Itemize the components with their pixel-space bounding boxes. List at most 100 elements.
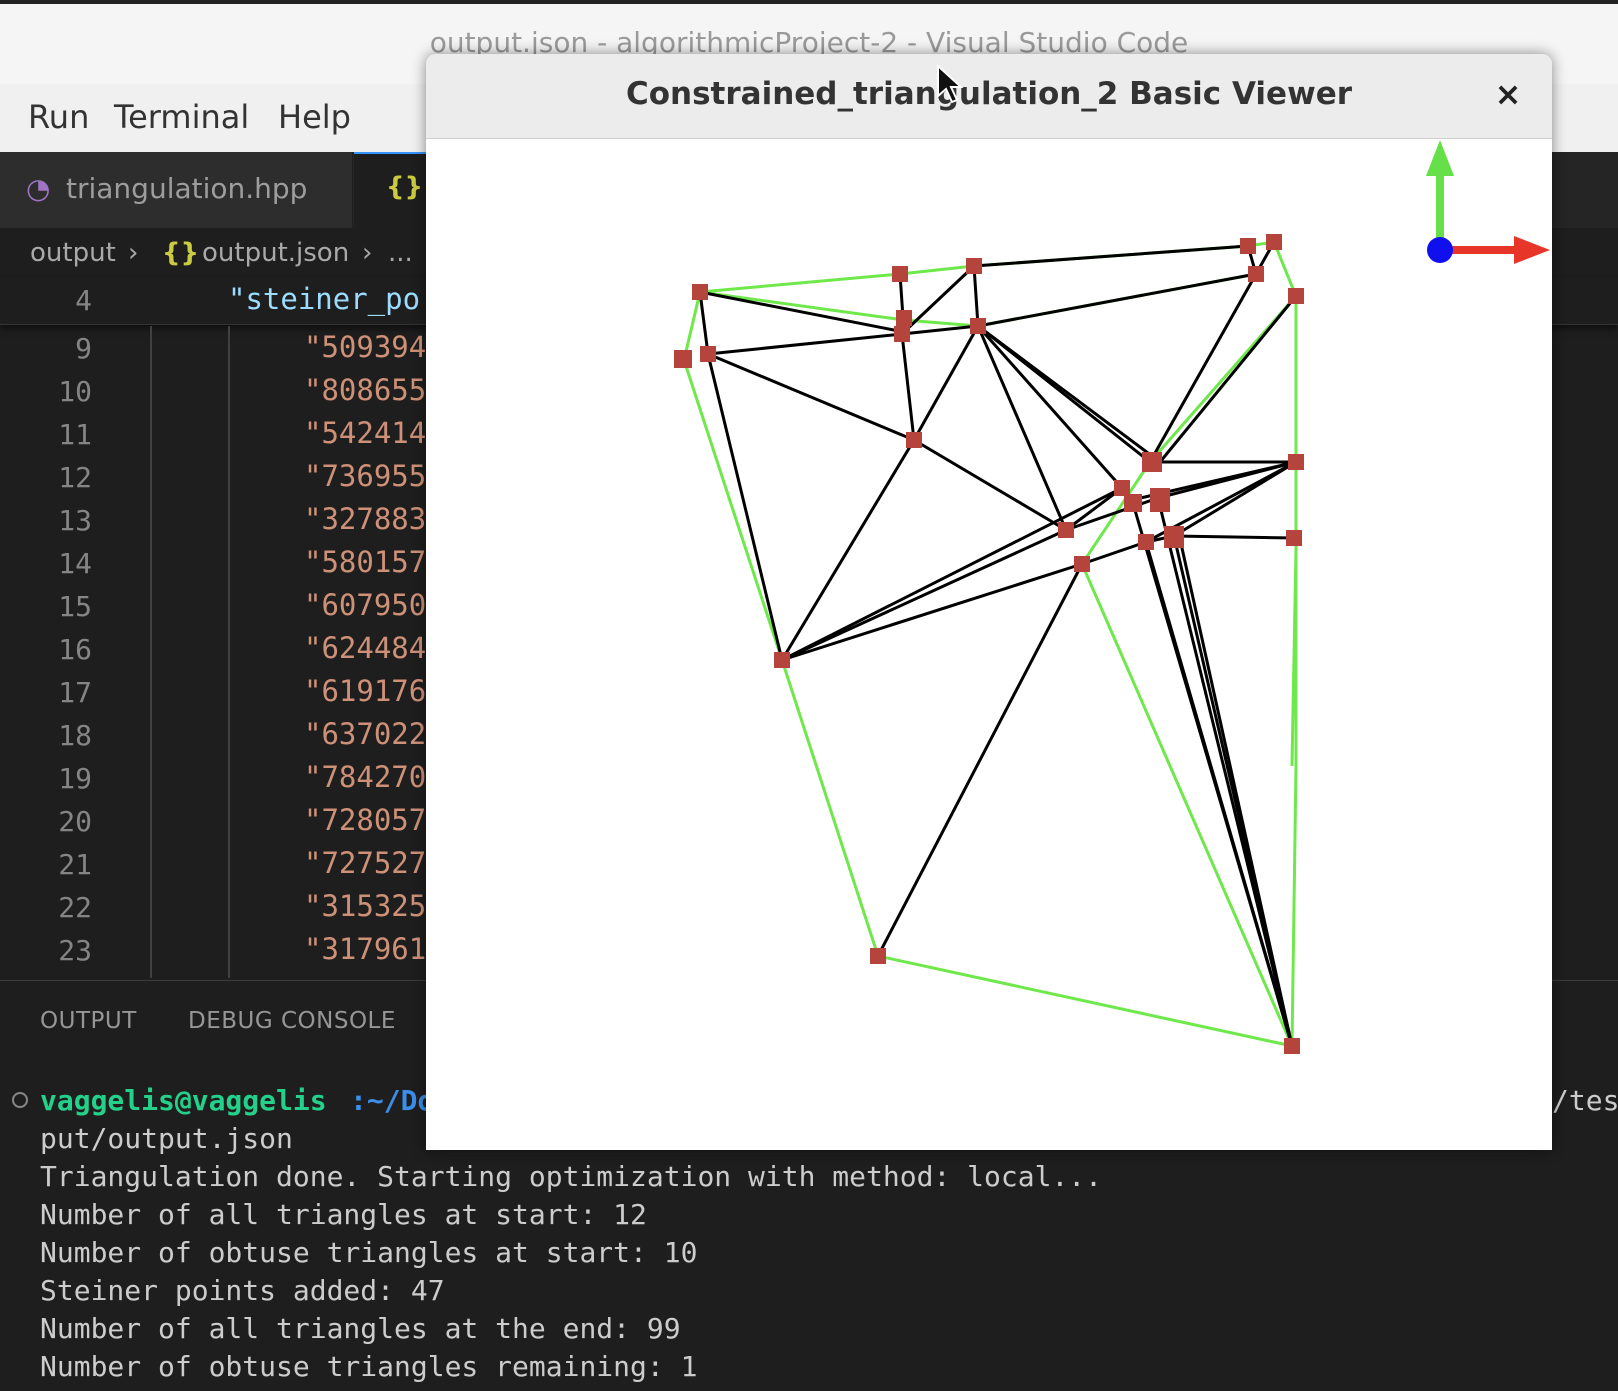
- mesh-edge: [976, 325, 1068, 531]
- code-text: "315325: [304, 889, 427, 923]
- terminal-line: Triangulation done. Starting optimizatio…: [40, 1160, 1103, 1193]
- vertex: [1288, 288, 1304, 304]
- code-text: "317961: [304, 932, 427, 966]
- line-number: 11: [58, 418, 92, 451]
- mesh-edge: [698, 291, 710, 355]
- mesh-edge: [1065, 496, 1159, 532]
- code-text: "580157: [304, 545, 427, 579]
- json-file-icon: {}: [162, 238, 200, 268]
- vertex: [1124, 494, 1142, 512]
- cpp-file-icon: ◔: [26, 172, 51, 205]
- breadcrumb-more[interactable]: ...: [388, 238, 413, 268]
- mesh-edge: [1081, 540, 1147, 566]
- viewer-title: Constrained_triangulation_2 Basic Viewer: [625, 76, 1353, 112]
- x-axis-arrow: [1514, 236, 1550, 264]
- code-text: "509394: [304, 330, 427, 364]
- vertex: [906, 432, 922, 448]
- line-number: 9: [75, 332, 92, 365]
- code-text: "619176: [304, 674, 427, 708]
- line-number: 15: [58, 590, 92, 623]
- mesh-edge: [1173, 534, 1295, 540]
- mesh-edge: [699, 290, 905, 334]
- code-text: "542414: [304, 416, 427, 450]
- line-number: 18: [58, 719, 92, 752]
- close-icon[interactable]: ×: [1488, 74, 1528, 114]
- triangulation-edges: [698, 241, 1298, 1047]
- mesh-edge: [1065, 486, 1123, 532]
- chevron-right-icon: ›: [128, 238, 139, 268]
- vertex: [1114, 480, 1130, 496]
- vertex: [1164, 526, 1184, 548]
- mesh-edge: [707, 352, 915, 442]
- tab-label: triangulation.hpp: [66, 172, 308, 205]
- code-text: "327883: [304, 502, 427, 536]
- terminal-user: vaggelis@vaggelis: [40, 1084, 327, 1117]
- basic-viewer-window[interactable]: Constrained_triangulation_2 Basic Viewer…: [426, 54, 1552, 1150]
- code-text: "727527: [304, 846, 427, 880]
- vertex: [896, 310, 912, 326]
- chevron-right-icon: ›: [362, 238, 373, 268]
- vertex: [1248, 266, 1264, 282]
- command-status-icon: [12, 1092, 28, 1108]
- vertex: [970, 318, 986, 334]
- indent-guide: [150, 326, 152, 978]
- mesh-edge: [976, 325, 1124, 489]
- breadcrumb-folder[interactable]: output: [30, 238, 116, 268]
- vertex: [700, 346, 716, 362]
- terminal-line: Number of all triangles at start: 12: [40, 1198, 647, 1231]
- triangulation-canvas[interactable]: [426, 138, 1552, 1150]
- mesh-edge: [1144, 541, 1294, 1047]
- code-text: "steiner_po: [228, 282, 421, 316]
- line-number: 14: [58, 547, 92, 580]
- vertex: [1284, 1038, 1300, 1054]
- axis-origin: [1427, 237, 1453, 263]
- mesh-edge: [977, 272, 1257, 328]
- mesh-edge: [973, 244, 1249, 268]
- code-text: "624484: [304, 631, 427, 665]
- menu-run[interactable]: Run: [28, 98, 89, 136]
- line-number: 20: [58, 805, 92, 838]
- vertex: [966, 258, 982, 274]
- mesh-edge: [972, 265, 980, 327]
- mesh-edge: [912, 325, 980, 441]
- menu-help[interactable]: Help: [278, 98, 351, 136]
- code-text: "808655: [304, 373, 427, 407]
- line-number: 16: [58, 633, 92, 666]
- terminal-line: Number of obtuse triangles at start: 10: [40, 1236, 698, 1269]
- mesh-edge: [1148, 273, 1258, 463]
- vertex: [1288, 454, 1304, 470]
- vertex: [870, 948, 886, 964]
- y-axis-arrow: [1426, 140, 1454, 176]
- mesh-edge: [901, 324, 979, 336]
- mesh-edge: [977, 324, 1161, 464]
- vertex: [1240, 238, 1256, 254]
- vertex: [674, 350, 692, 368]
- json-file-icon: {}: [386, 172, 424, 202]
- terminal-line: Number of all triangles at the end: 99: [40, 1312, 681, 1345]
- breadcrumb-file[interactable]: output.json: [202, 238, 349, 268]
- line-number: 10: [58, 375, 92, 408]
- line-number: 19: [58, 762, 92, 795]
- line-number: 4: [75, 284, 92, 317]
- terminal-path-tail: /tes: [1552, 1084, 1618, 1117]
- tab-output[interactable]: OUTPUT: [40, 1008, 137, 1034]
- code-text: "607950: [304, 588, 427, 622]
- vertex: [1142, 452, 1162, 472]
- menu-terminal[interactable]: Terminal: [114, 98, 249, 136]
- line-number: 17: [58, 676, 92, 709]
- tab-debug-console[interactable]: DEBUG CONSOLE: [188, 1008, 396, 1034]
- mesh-edge: [707, 332, 903, 356]
- mesh-edge: [706, 353, 784, 661]
- vertex: [1286, 530, 1302, 546]
- code-text: "736955: [304, 459, 427, 493]
- mesh-edge: [781, 528, 1067, 662]
- line-number: 22: [58, 891, 92, 924]
- code-text: "728057: [304, 803, 427, 837]
- vertex: [1074, 556, 1090, 572]
- vertex: [1138, 534, 1154, 550]
- terminal-line: put/output.json: [40, 1122, 293, 1155]
- mesh-edge: [1176, 529, 1294, 1047]
- line-number: 12: [58, 461, 92, 494]
- vertex: [1266, 234, 1282, 250]
- indent-guide: [228, 326, 230, 978]
